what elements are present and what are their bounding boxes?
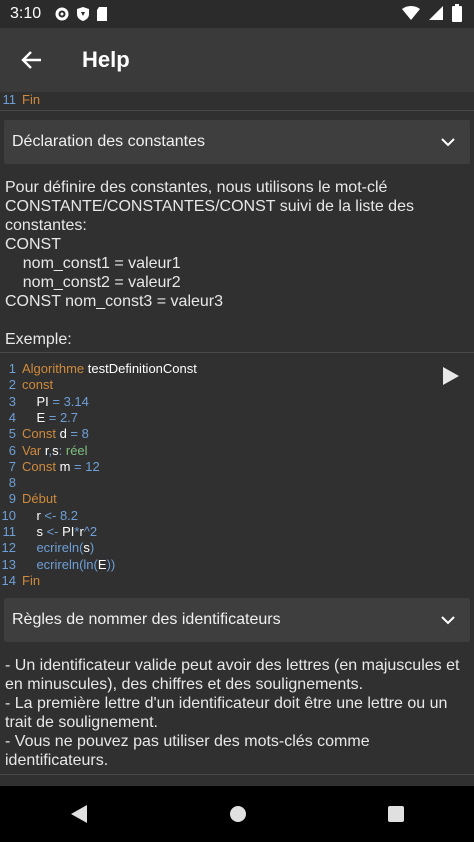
- line-number: 8: [8, 475, 16, 491]
- line-number: 10: [1, 507, 16, 523]
- code-text: Const m = 12: [22, 458, 100, 474]
- code-line: 3 PI = 3.14: [0, 394, 474, 410]
- code-line: 1 Algorithme testDefinitionConst: [0, 361, 474, 377]
- code-text: Var r,s: réel: [22, 442, 88, 458]
- code-text: ecrireln(ln(E)): [22, 556, 116, 572]
- back-arrow-icon: [21, 51, 41, 69]
- code-example-constants: 1 Algorithme testDefinitionConst 2 const 3 P…: [0, 352, 474, 589]
- code-text: Début: [22, 491, 57, 507]
- code-line: 8: [0, 475, 474, 491]
- line-number: 4: [8, 409, 16, 425]
- line-number: 6: [8, 442, 16, 458]
- line-number: 2: [8, 377, 16, 393]
- help-content[interactable]: 11 Fin Déclaration des constantes Pour d…: [0, 92, 474, 786]
- code-text: Fin: [22, 572, 41, 588]
- line-number: 5: [8, 426, 16, 442]
- status-time: 3:10: [10, 5, 42, 22]
- line-number: 3: [8, 393, 16, 409]
- navigation-bar: [0, 786, 474, 842]
- shield-icon: [77, 7, 89, 21]
- code-line: 11 Fin: [0, 92, 474, 108]
- code-text: r <- 8.2: [22, 507, 79, 523]
- back-button[interactable]: [10, 38, 54, 82]
- gear-icon: [55, 7, 69, 21]
- code-text: PI = 3.14: [22, 393, 89, 409]
- code-text: Const d = 8: [22, 426, 89, 442]
- nav-recents-icon[interactable]: [387, 806, 404, 822]
- nav-home-icon[interactable]: [229, 805, 247, 823]
- section-header-identifiers[interactable]: Règles de nommer des identificateurs: [4, 598, 470, 642]
- line-number: 7: [8, 458, 16, 474]
- section-header-constants[interactable]: Déclaration des constantes: [4, 120, 470, 164]
- chevron-down-icon[interactable]: [440, 612, 456, 628]
- page-title: Help: [82, 47, 130, 72]
- line-number: 12: [1, 540, 16, 556]
- code-line: 10 r <- 8.2: [0, 508, 474, 524]
- code-text: s <- PI*r^2: [22, 524, 98, 539]
- chevron-down-icon[interactable]: [440, 134, 456, 150]
- code-line: 13 ecrireln(ln(E)): [0, 557, 474, 573]
- code-text: const: [22, 377, 54, 393]
- line-number: 11: [2, 524, 17, 539]
- code-line: 11 s <- PI*r^2: [0, 524, 474, 540]
- status-bar: 3:10: [0, 0, 474, 28]
- code-line: 9 Début: [0, 491, 474, 507]
- code-line: 2 const: [0, 377, 474, 393]
- wifi-icon: [402, 6, 420, 20]
- line-number: 9: [8, 491, 16, 507]
- line-number: 13: [1, 556, 16, 572]
- app-bar: Help: [0, 28, 474, 92]
- code-line: 14 Fin: [0, 573, 474, 589]
- section-text-identifiers: - Un identificateur valide peut avoir de…: [5, 657, 460, 769]
- signal-icon: [429, 6, 443, 20]
- code-text: Fin: [22, 92, 41, 107]
- nav-back-icon[interactable]: [70, 804, 88, 824]
- line-number: 14: [1, 572, 16, 588]
- code-line: 12 ecrireln(s): [0, 540, 474, 556]
- code-text: ecrireln(s): [22, 540, 95, 556]
- line-number: 1: [8, 361, 16, 376]
- battery-icon: [452, 4, 462, 22]
- code-line: 4 E = 2.7: [0, 410, 474, 426]
- section-title: Déclaration des constantes: [12, 133, 205, 150]
- code-text: E = 2.7: [22, 409, 79, 425]
- code-line: 7 Const m = 12: [0, 459, 474, 475]
- code-line: 5 Const d = 8: [0, 426, 474, 442]
- line-number: 11: [2, 92, 17, 107]
- section-title: Règles de nommer des identificateurs: [12, 611, 281, 628]
- sd-card-icon: [97, 7, 107, 21]
- play-icon[interactable]: [442, 366, 460, 386]
- section-text-constants: Pour définire des constantes, nous utili…: [5, 179, 414, 348]
- code-text: Algorithme testDefinitionConst: [22, 361, 197, 376]
- code-line: 6 Var r,s: réel: [0, 443, 474, 459]
